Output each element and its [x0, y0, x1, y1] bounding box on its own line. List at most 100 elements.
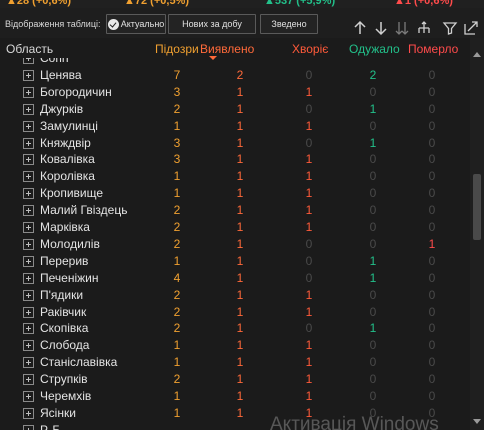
clear-sort-icon[interactable]: [394, 20, 410, 36]
cell-detected: 2: [236, 67, 244, 82]
table-row[interactable]: Черемхів 1 1 1 0 0: [0, 388, 470, 405]
plus-box-icon[interactable]: [23, 120, 34, 132]
header-region[interactable]: Область: [6, 42, 53, 56]
plus-box-icon[interactable]: [23, 171, 34, 183]
table-row[interactable]: Замулинці 1 1 1 0 0: [0, 118, 470, 135]
table-row[interactable]: Богородичин 3 1 1 0 0: [0, 84, 470, 101]
table-row[interactable]: Марківка 2 1 1 0 0: [0, 219, 470, 236]
table-row[interactable]: Сопіт: [0, 58, 470, 67]
cell-recovered: 0: [369, 389, 377, 403]
cell-suspected: 4: [173, 270, 181, 285]
cell-dead: 0: [428, 338, 436, 353]
region-name: Струпків: [40, 372, 88, 387]
table-row[interactable]: Станіславівка 1 1 1 0 0: [0, 354, 470, 371]
scroll-thumb[interactable]: [473, 174, 481, 240]
cell-recovered: 0: [369, 186, 377, 201]
cell-recovered: 0: [369, 203, 377, 218]
plus-box-icon[interactable]: [23, 222, 34, 233]
plus-box-icon[interactable]: [23, 205, 34, 217]
table-row[interactable]: Ценява 7 2 0 2 0: [0, 67, 470, 84]
cell-detected: 1: [236, 152, 244, 167]
plus-box-icon[interactable]: [23, 255, 34, 267]
plus-box-icon[interactable]: [23, 238, 34, 250]
plus-box-icon[interactable]: [23, 86, 34, 98]
cell-suspected: 1: [173, 118, 181, 133]
table-row[interactable]: Раківчик 2 1 1 0 0: [0, 304, 470, 321]
plus-box-icon[interactable]: [23, 306, 34, 318]
table-row[interactable]: Молодилів 2 1 0 0 1: [0, 236, 470, 253]
table-row[interactable]: Малий Гвіздець 2 1 1 0 0: [0, 202, 470, 219]
sort-descending-icon[interactable]: [373, 20, 389, 36]
cell-detected: 1: [236, 321, 244, 336]
region-name: Слобода: [40, 338, 90, 353]
cell-sick: 0: [305, 253, 313, 268]
cell-sick: 1: [305, 287, 313, 302]
summary-button[interactable]: Зведено: [260, 14, 318, 34]
plus-box-icon[interactable]: [23, 357, 34, 369]
hierarchy-icon[interactable]: [416, 20, 432, 36]
scroll-up-icon[interactable]: [473, 52, 481, 57]
cell-detected: 1: [236, 270, 244, 285]
cell-dead: 0: [428, 389, 436, 403]
table-row[interactable]: П'ядики 2 1 1 0 0: [0, 287, 470, 304]
plus-box-icon[interactable]: [23, 188, 34, 200]
table-row[interactable]: Печеніжин 4 1 0 1 0: [0, 270, 470, 287]
plus-box-icon[interactable]: [23, 272, 34, 284]
header-dead[interactable]: Померло: [408, 42, 458, 56]
table-row[interactable]: Кропивище 1 1 1 0 0: [0, 185, 470, 202]
plus-box-icon[interactable]: [23, 103, 34, 115]
table-header: Область Підозри Виявлено Хворіє Одужало …: [0, 38, 470, 60]
current-view-button[interactable]: Актуально: [106, 14, 166, 34]
plus-box-icon[interactable]: [23, 58, 34, 64]
cell-suspected: 1: [173, 253, 181, 268]
plus-box-icon[interactable]: [23, 323, 34, 335]
table-row[interactable]: Перерив 1 1 0 1 0: [0, 253, 470, 270]
header-sick[interactable]: Хворіє: [292, 42, 328, 56]
cell-sick: 1: [305, 338, 313, 353]
cell-suspected: 2: [173, 236, 181, 251]
check-circle-icon: [107, 18, 119, 30]
region-name: Сопіт: [40, 58, 70, 65]
cell-detected: 1: [236, 304, 244, 319]
table-row[interactable]: Струпків 2 1 1 0 0: [0, 371, 470, 388]
table-row[interactable]: Скопівка 2 1 0 1 0: [0, 320, 470, 337]
plus-box-icon[interactable]: [23, 424, 34, 430]
plus-box-icon[interactable]: [23, 391, 34, 402]
header-detected[interactable]: Виявлено: [200, 42, 254, 56]
cell-suspected: 3: [173, 84, 181, 99]
cell-suspected: 7: [173, 67, 181, 82]
cell-dead: 0: [428, 321, 436, 336]
table-row[interactable]: Королівка 1 1 1 0 0: [0, 168, 470, 185]
cell-suspected: 1: [173, 186, 181, 201]
header-recovered[interactable]: Одужало: [349, 42, 400, 56]
table-row[interactable]: Княждвір 3 1 0 1 0: [0, 135, 470, 152]
plus-box-icon[interactable]: [23, 69, 34, 81]
table-row[interactable]: Джурків 2 1 0 1 0: [0, 101, 470, 118]
new-per-day-button[interactable]: Нових за добу: [168, 14, 256, 34]
stats-strip: ▲28 (+0,6%) ▲72 (+0,5%) ▲537 (+5,9%) ▲1 …: [0, 0, 484, 8]
table-row[interactable]: Ковалівка 3 1 1 0 0: [0, 151, 470, 168]
cell-dead: 0: [428, 203, 436, 218]
plus-box-icon[interactable]: [23, 340, 34, 352]
cell-detected: 1: [236, 372, 244, 387]
cell-detected: 1: [236, 118, 244, 133]
filter-icon[interactable]: [442, 20, 458, 36]
scroll-down-icon[interactable]: [473, 419, 481, 424]
plus-box-icon[interactable]: [23, 154, 34, 166]
plus-box-icon[interactable]: [23, 137, 34, 149]
cell-sick: 1: [305, 389, 313, 403]
expand-icon[interactable]: [463, 20, 479, 36]
plus-box-icon[interactable]: [23, 407, 34, 419]
cell-sick: 1: [305, 84, 313, 99]
sort-ascending-icon[interactable]: [352, 20, 368, 36]
plus-box-icon[interactable]: [23, 374, 34, 386]
cell-suspected: 2: [173, 321, 181, 336]
header-suspected[interactable]: Підозри: [155, 42, 199, 56]
plus-box-icon[interactable]: [23, 289, 34, 301]
cell-recovered: 1: [369, 321, 377, 336]
table-toolbar: Відображення таблиці: Актуально Нових за…: [0, 8, 484, 38]
vertical-scrollbar[interactable]: [470, 38, 484, 430]
table-row[interactable]: Слобода 1 1 1 0 0: [0, 337, 470, 354]
cell-dead: 0: [428, 135, 436, 150]
cell-dead: 0: [428, 287, 436, 302]
